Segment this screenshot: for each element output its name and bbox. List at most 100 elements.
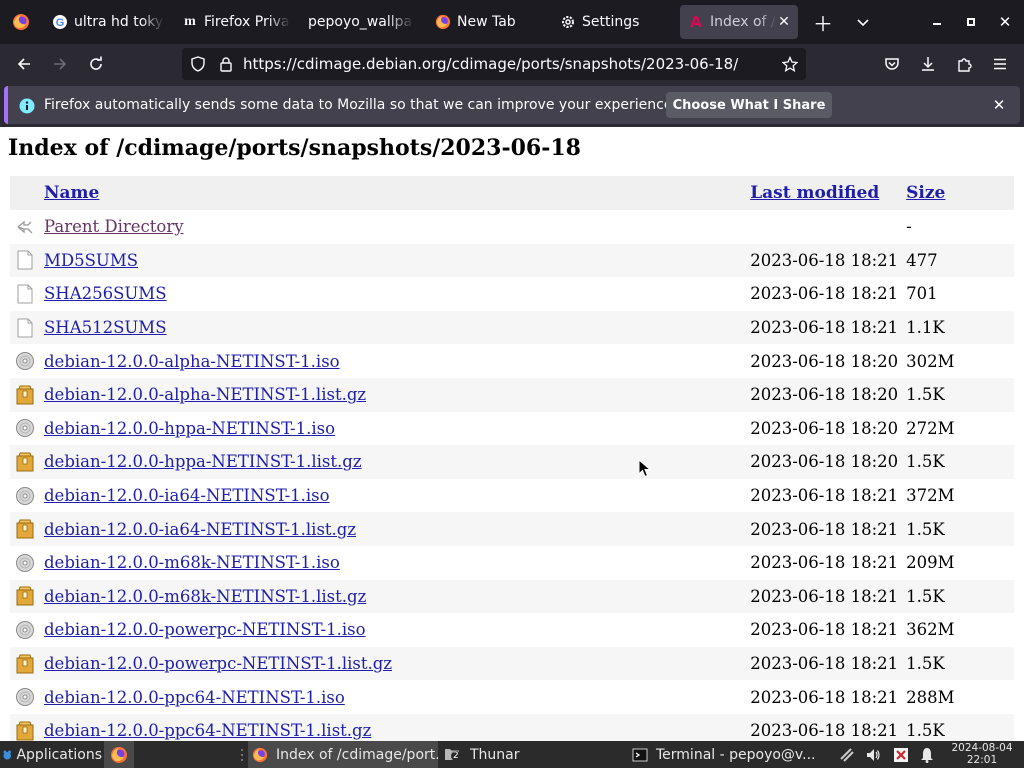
file-link[interactable]: SHA256SUMS [44,284,167,303]
file-link[interactable]: debian-12.0.0-m68k-NETINST-1.list.gz [44,587,366,606]
icon-cell [10,412,40,446]
info-icon [19,98,35,114]
file-link[interactable]: debian-12.0.0-alpha-NETINST-1.iso [44,352,340,371]
taskbar-window-terminal[interactable]: Terminal - pepoyo@v... [628,741,818,768]
table-row: SHA512SUMS 2023-06-18 18:21 1.1K [10,310,1014,345]
file-link[interactable]: MD5SUMS [44,251,138,270]
url-bar[interactable]: https://cdimage.debian.org/cdimage/ports… [182,48,806,80]
tab-firefox-privacy[interactable]: m Firefox Priva [182,5,290,39]
size-cell: 1.1K [902,310,1014,345]
list-tabs-button[interactable] [846,0,880,44]
archive-icon [14,580,36,614]
chevron-down-icon [857,19,869,27]
back-button[interactable] [8,48,40,80]
tab-label: Firefox Priva [204,14,290,30]
pocket-button[interactable] [876,48,908,80]
back-arrow-icon [17,58,30,70]
pocket-icon [885,58,899,70]
downloads-button[interactable] [912,48,944,80]
tab-pepoyo-wallpaper[interactable]: pepoyo_wallpa [308,5,414,39]
file-link[interactable]: debian-12.0.0-powerpc-NETINST-1.list.gz [44,654,392,673]
file-link[interactable]: SHA512SUMS [44,318,167,337]
maximize-button[interactable] [954,0,988,44]
choose-what-i-share-button[interactable]: Choose What I Share [666,92,832,118]
file-link[interactable]: debian-12.0.0-hppa-NETINST-1.iso [44,419,335,438]
extensions-button[interactable] [948,48,980,80]
file-link[interactable]: debian-12.0.0-hppa-NETINST-1.list.gz [44,452,362,471]
taskbar-window-firefox[interactable]: Index of /cdimage/port... [248,741,438,768]
menu-button[interactable] [984,48,1016,80]
lock-icon[interactable] [218,56,234,72]
sort-by-modified-link[interactable]: Last modified [750,183,879,203]
gear-icon [560,14,576,30]
clock[interactable]: 2024-08-04 22:01 [944,742,1020,766]
volume-tray-icon[interactable] [862,741,884,768]
speaker-icon [867,748,880,761]
bookmark-star-icon[interactable] [781,55,799,73]
file-link[interactable]: debian-12.0.0-alpha-NETINST-1.list.gz [44,385,366,404]
tab-google[interactable]: G ultra hd toky [52,5,164,39]
disc-image-icon [14,412,36,446]
name-cell: debian-12.0.0-m68k-NETINST-1.list.gz [40,579,747,614]
name-cell: debian-12.0.0-ppc64-NETINST-1.list.gz [40,713,747,741]
reload-button[interactable] [80,48,112,80]
firefox-view-button[interactable] [0,0,42,44]
forward-button[interactable] [44,48,76,80]
size-cell: 302M [906,351,955,371]
icon-cell [10,310,40,345]
sort-by-size-link[interactable]: Size [906,183,945,203]
table-row: debian-12.0.0-m68k-NETINST-1.iso 2023-06-… [10,546,1014,580]
tab-label: New Tab [457,14,516,30]
shield-icon[interactable] [190,56,206,72]
size-cell: 1.5K [902,512,1014,546]
name-cell: SHA512SUMS [40,310,747,345]
name-cell: MD5SUMS [40,243,747,278]
new-tab-button[interactable]: ＋ [806,0,840,44]
icon-cell [10,479,40,513]
minimize-button[interactable] [920,0,954,44]
tray-app-icon[interactable] [890,741,912,768]
url-text[interactable]: https://cdimage.debian.org/cdimage/ports… [243,48,738,80]
archive-icon [14,647,36,681]
name-cell: debian-12.0.0-ia64-NETINST-1.iso [40,479,746,513]
size-cell: 209M [906,553,955,573]
close-window-button[interactable]: ✕ [988,0,1022,44]
sort-by-name-link[interactable]: Name [44,183,99,203]
taskbar-window-thunar[interactable]: 2 Thunar [440,741,620,768]
file-link[interactable]: debian-12.0.0-ia64-NETINST-1.iso [44,486,330,505]
applications-menu-button[interactable]: Applications [2,741,102,768]
name-cell: debian-12.0.0-alpha-NETINST-1.list.gz [40,377,747,412]
name-cell: debian-12.0.0-powerpc-NETINST-1.iso [40,613,746,647]
file-link[interactable]: debian-12.0.0-ppc64-NETINST-1.iso [44,688,345,707]
file-link[interactable]: debian-12.0.0-powerpc-NETINST-1.iso [44,620,366,639]
tab-label: Index of /cd [710,14,776,30]
launcher-firefox[interactable] [104,741,134,768]
tab-index-of[interactable]: A Index of /cd ✕ [680,5,798,39]
size-cell: 272M [906,418,955,438]
close-tab-icon[interactable]: ✕ [776,14,792,30]
modified-cell: 2023-06-18 18:21 [746,713,903,741]
file-link[interactable]: debian-12.0.0-ppc64-NETINST-1.list.gz [44,721,371,740]
mouse-cursor [638,459,652,478]
file-link[interactable]: debian-12.0.0-m68k-NETINST-1.iso [44,553,340,572]
table-header-row: Name Last modified Size [10,176,1014,210]
icon-cell [10,512,40,546]
clock-date: 2024-08-04 [951,742,1013,754]
window-count-badge: 2 [451,750,461,761]
text-file-icon [14,277,36,311]
network-tray-icon[interactable] [836,741,858,768]
size-cell: 1.5K [902,445,1014,479]
google-icon: G [52,14,68,30]
parent-directory-link[interactable]: Parent Directory [44,217,184,236]
modified-cell: 2023-06-18 18:21 [750,687,899,707]
file-link[interactable]: debian-12.0.0-ia64-NETINST-1.list.gz [44,520,356,539]
icon-cell [10,546,40,580]
reload-icon [90,56,102,70]
tab-new-tab[interactable]: New Tab [435,5,535,39]
tab-settings[interactable]: Settings [560,5,660,39]
window-label: Index of /cdimage/port... [276,746,438,763]
firefox-icon [252,747,268,762]
close-notification-icon[interactable]: ✕ [988,94,1010,116]
modified-cell: 2023-06-18 18:21 [746,646,903,681]
notifications-tray-icon[interactable] [916,741,938,768]
